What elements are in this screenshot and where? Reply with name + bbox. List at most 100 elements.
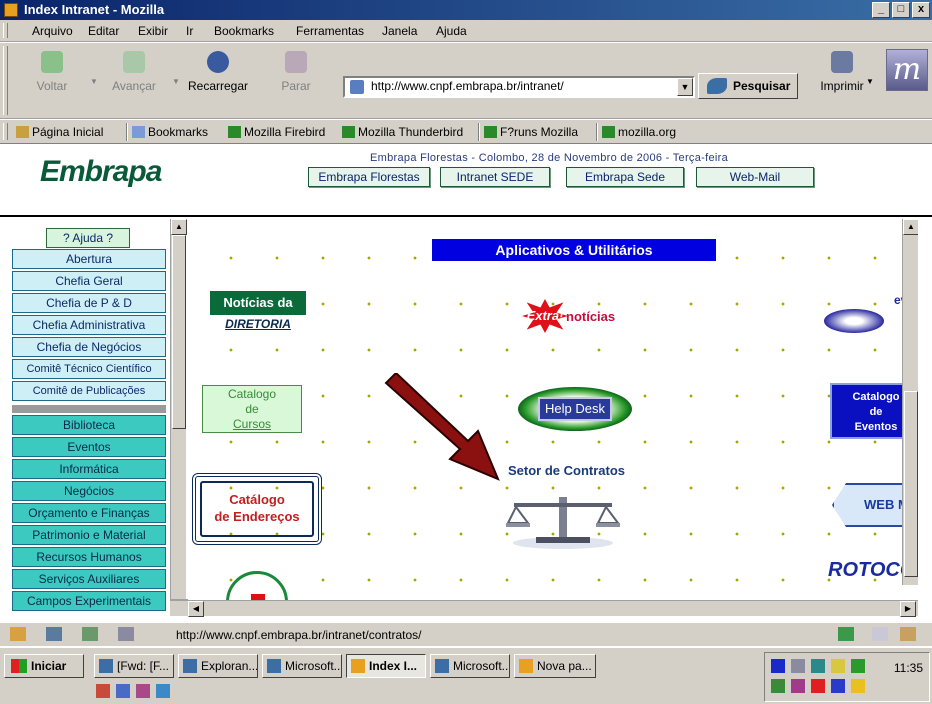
tray-volume-icon[interactable] [811, 659, 825, 673]
sidebar-item-campos-experimentais[interactable]: Campos Experimentais [12, 591, 166, 611]
task-fwd-email[interactable]: [Fwd: [F... [94, 654, 174, 678]
sidebar-item-servicos-auxiliares[interactable]: Serviços Auxiliares [12, 569, 166, 589]
scale-of-justice-icon[interactable] [506, 489, 620, 551]
menu-ferramentas[interactable]: Ferramentas [296, 24, 364, 38]
reload-button[interactable]: Recarregar [188, 51, 248, 93]
sidebar-item-chefia-administrativa[interactable]: Chefia Administrativa [12, 315, 166, 335]
scroll-right-arrow-icon[interactable]: ▶ [900, 601, 916, 617]
menubar-grip[interactable] [3, 23, 8, 38]
address-book-icon[interactable] [118, 627, 134, 641]
menu-janela[interactable]: Janela [382, 24, 417, 38]
sidebar-item-comite-tecnico[interactable]: Comitê Técnico Científico [12, 359, 166, 379]
navigator-icon[interactable] [10, 627, 26, 641]
noticias-diretoria-link[interactable]: Notícias da DIRETORIA [210, 291, 306, 333]
forward-button[interactable]: Avançar [104, 51, 164, 93]
personal-toolbar-grip[interactable] [3, 123, 8, 140]
tray-security-icon[interactable] [851, 679, 865, 693]
bookmark-firebird[interactable]: Mozilla Firebird [228, 125, 325, 139]
main-vertical-scrollbar[interactable]: ▲ [902, 219, 918, 585]
minimize-button[interactable]: _ [872, 2, 890, 18]
main-scroll-thumb[interactable] [904, 391, 918, 577]
back-button[interactable]: Voltar [22, 51, 82, 93]
tray-antivirus-icon[interactable] [851, 659, 865, 673]
setor-contratos-label[interactable]: Setor de Contratos [508, 463, 625, 478]
maximize-button[interactable]: □ [892, 2, 910, 18]
task-nova-pagina[interactable]: Nova pa... [514, 654, 596, 678]
task-explorer[interactable]: Exploran... [178, 654, 258, 678]
bookmark-home[interactable]: Página Inicial [16, 125, 103, 139]
sidebar-item-comite-publicacoes[interactable]: Comitê de Publicações [12, 381, 166, 401]
menu-ir[interactable]: Ir [186, 24, 193, 38]
sidebar-item-recursos-humanos[interactable]: Recursos Humanos [12, 547, 166, 567]
print-button[interactable]: Imprimir [812, 51, 872, 93]
extra-noticias-link[interactable]: Extra! notícias [522, 299, 632, 333]
quick-launch-desktop-icon[interactable] [96, 684, 110, 698]
sidebar-item-biblioteca[interactable]: Biblioteca [12, 415, 166, 435]
help-desk-link[interactable]: Help Desk [518, 387, 632, 431]
composer-icon[interactable] [82, 627, 98, 641]
sidebar-item-chefia-pd[interactable]: Chefia de P & D [12, 293, 166, 313]
mail-icon[interactable] [46, 627, 62, 641]
quick-launch-ie-icon[interactable] [156, 684, 170, 698]
clock[interactable]: 11:35 [894, 661, 923, 675]
embrapa-logo[interactable]: Embrapa [40, 155, 162, 189]
sidebar-item-informatica[interactable]: Informática [12, 459, 166, 479]
sidebar-vertical-scrollbar[interactable]: ▲ [170, 219, 187, 599]
menu-arquivo[interactable]: Arquivo [32, 24, 73, 38]
sidebar-item-eventos[interactable]: Eventos [12, 437, 166, 457]
tray-status-icon[interactable] [771, 679, 785, 693]
task-microsoft-word[interactable]: Microsoft... [262, 654, 342, 678]
task-index-intranet[interactable]: Index I... [346, 654, 426, 678]
task-microsoft-ppt[interactable]: Microsoft... [430, 654, 510, 678]
sidebar-item-orcamento[interactable]: Orçamento e Finanças [12, 503, 166, 523]
sidebar-scroll-thumb[interactable] [172, 235, 186, 429]
main-horizontal-scrollbar[interactable]: ◀ ▶ [170, 600, 918, 617]
bookmark-thunderbird[interactable]: Mozilla Thunderbird [342, 125, 463, 139]
sidebar-item-negocios[interactable]: Negócios [12, 481, 166, 501]
mozilla-throbber-icon[interactable]: m [886, 49, 928, 91]
url-input[interactable]: http://www.cnpf.embrapa.br/intranet/ ▼ [343, 76, 695, 98]
bookmarks-menu[interactable]: Bookmarks [132, 125, 208, 139]
sidebar-item-patrimonio[interactable]: Patrimonio e Material [12, 525, 166, 545]
security-icon[interactable] [872, 627, 888, 641]
main-scroll-up-icon[interactable]: ▲ [903, 219, 918, 235]
catalogo-cursos-link[interactable]: Catalogo de Cursos [202, 385, 302, 433]
nav-embrapa-florestas[interactable]: Embrapa Florestas [308, 167, 430, 187]
sidebar-item-abertura[interactable]: Abertura [12, 249, 166, 269]
forward-dropdown-icon[interactable]: ▼ [172, 77, 180, 86]
scroll-up-arrow-icon[interactable]: ▲ [171, 219, 187, 235]
tray-network-icon[interactable] [831, 659, 845, 673]
back-dropdown-icon[interactable]: ▼ [90, 77, 98, 86]
menu-bookmarks[interactable]: Bookmarks [214, 24, 274, 38]
url-history-dropdown[interactable]: ▼ [677, 78, 693, 96]
close-button[interactable]: x [912, 2, 930, 18]
start-button[interactable]: Iniciar [4, 654, 84, 678]
catalogo-enderecos-link[interactable]: Catálogo de Endereços [192, 473, 322, 545]
nav-intranet-sede[interactable]: Intranet SEDE [440, 167, 550, 187]
search-button[interactable]: Pesquisar [698, 73, 798, 99]
quick-launch-explorer-icon[interactable] [116, 684, 130, 698]
scroll-left-arrow-icon[interactable]: ◀ [188, 601, 204, 617]
bookmark-foruns[interactable]: F?runs Mozilla [484, 125, 578, 139]
print-dropdown-icon[interactable]: ▼ [866, 77, 874, 86]
toolbar-grip[interactable] [3, 46, 8, 115]
menu-editar[interactable]: Editar [88, 24, 119, 38]
tray-sync-icon[interactable] [831, 679, 845, 693]
red-cross-seal-icon[interactable] [226, 571, 288, 600]
menu-ajuda[interactable]: Ajuda [436, 24, 467, 38]
sidebar-item-chefia-negocios[interactable]: Chefia de Negócios [12, 337, 166, 357]
tray-alert-icon[interactable] [811, 679, 825, 693]
stop-button[interactable]: Parar [266, 51, 326, 93]
tray-messenger-icon[interactable] [791, 679, 805, 693]
windows-taskbar: Iniciar [Fwd: [F... Exploran... Microsof… [0, 646, 932, 704]
nav-web-mail[interactable]: Web-Mail [696, 167, 814, 187]
bookmark-mozilla-org[interactable]: mozilla.org [602, 125, 676, 139]
menu-exibir[interactable]: Exibir [138, 24, 168, 38]
tray-app-icon[interactable] [791, 659, 805, 673]
status-bar: http://www.cnpf.embrapa.br/intranet/cont… [0, 622, 932, 646]
tray-media-icon[interactable] [771, 659, 785, 673]
quick-launch-media-icon[interactable] [136, 684, 150, 698]
sidebar-item-chefia-geral[interactable]: Chefia Geral [12, 271, 166, 291]
sidebar-help-button[interactable]: ? Ajuda ? [46, 228, 130, 248]
nav-embrapa-sede[interactable]: Embrapa Sede [566, 167, 684, 187]
